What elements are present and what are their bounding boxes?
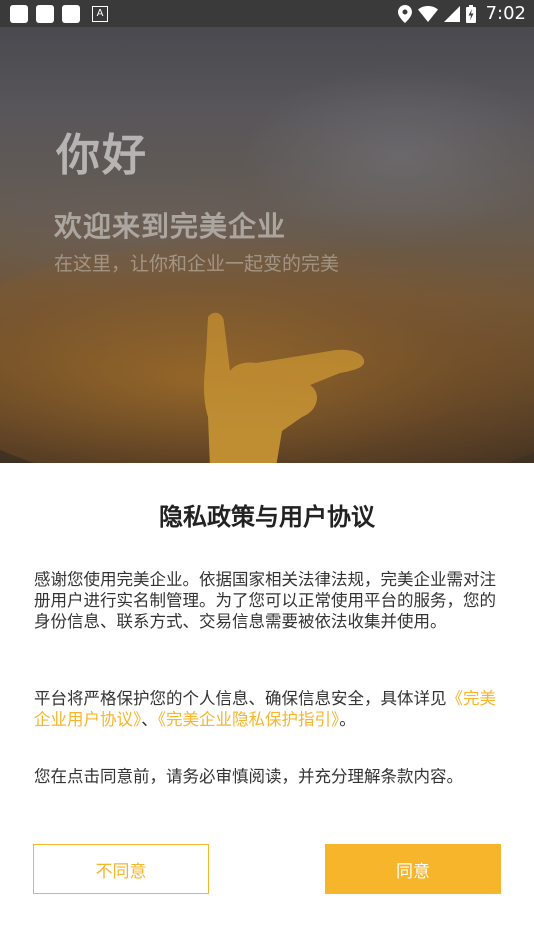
paragraph-end: 。 [339, 710, 356, 729]
greeting-heading: 你好 [56, 130, 148, 181]
system-icons: 7:02 [397, 0, 526, 27]
privacy-dialog: 隐私政策与用户协议 感谢您使用完美企业。依据国家相关法律法规，完美企业需对注册用… [0, 463, 534, 950]
location-icon [397, 4, 412, 23]
a-badge-icon: A [92, 5, 108, 22]
welcome-banner: 你好 欢迎来到完美企业 在这里，让你和企业一起变的完美 [0, 27, 534, 463]
dialog-title: 隐私政策与用户协议 [159, 503, 375, 531]
notification-icons: A [0, 4, 108, 23]
status-bar: A 7:02 [0, 0, 534, 27]
signal-icon [443, 5, 460, 22]
wifi-icon [417, 5, 438, 22]
notification-square-icon [36, 4, 54, 23]
dialog-paragraph-protection: 平台将严格保护您的个人信息、确保信息安全，具体详见《完美企业用户协议》、《完美企… [34, 688, 502, 730]
clock: 7:02 [485, 3, 526, 24]
battery-charging-icon [465, 4, 476, 23]
privacy-policy-link[interactable]: 《完美企业隐私保护指引》 [158, 710, 340, 729]
welcome-text: 欢迎来到完美企业 [54, 210, 287, 243]
slogan-text: 在这里，让你和企业一起变的完美 [54, 253, 340, 275]
paragraph-text: 平台将严格保护您的个人信息、确保信息安全，具体详见 [34, 689, 447, 708]
dialog-paragraph-intro: 感谢您使用完美企业。依据国家相关法律法规，完美企业需对注册用户进行实名制管理。为… [34, 570, 496, 631]
agree-button[interactable]: 同意 [325, 844, 501, 894]
notification-square-icon [62, 4, 80, 23]
dialog-paragraph-notice: 您在点击同意前，请务必审慎阅读，并充分理解条款内容。 [34, 767, 463, 786]
paragraph-separator: 、 [141, 710, 158, 729]
disagree-button[interactable]: 不同意 [33, 844, 209, 894]
banner-dim-overlay [0, 27, 534, 463]
notification-square-icon [10, 4, 28, 23]
